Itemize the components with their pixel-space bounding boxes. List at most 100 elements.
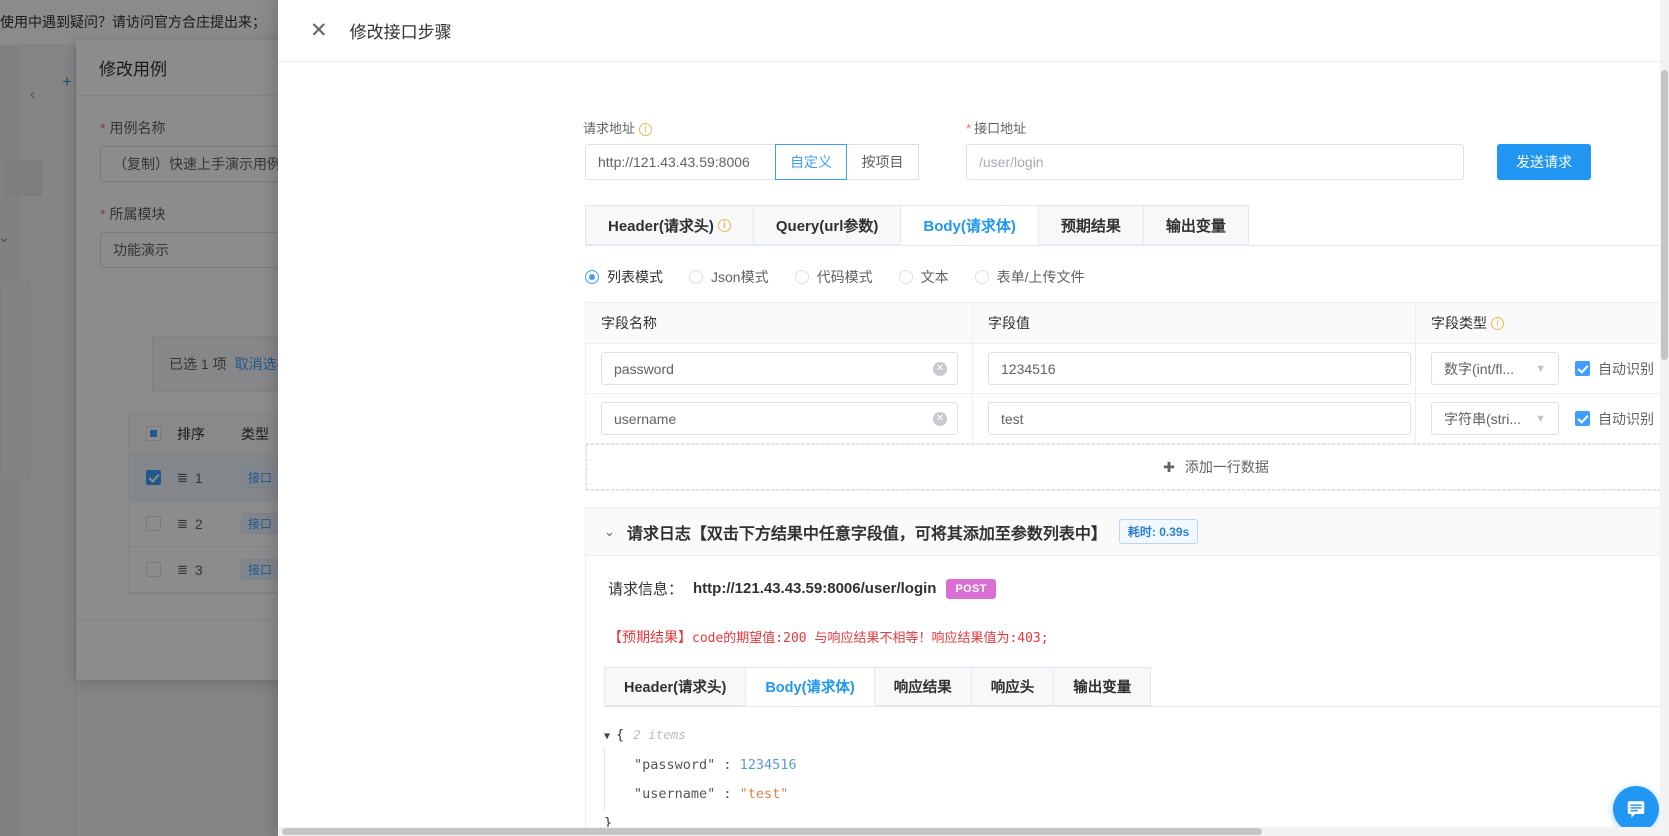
tab-query[interactable]: Query(url参数) — [752, 205, 902, 245]
json-separator: : — [715, 757, 740, 773]
resp-tab-body[interactable]: Body(请求体) — [745, 667, 875, 706]
api-url-label-text: 接口地址 — [974, 121, 1027, 136]
col-field-type: 字段类型 i — [1416, 303, 1669, 343]
param-value-input[interactable]: test — [988, 402, 1411, 435]
request-url-label-text: 请求地址 — [583, 121, 636, 136]
request-log-body: 请求信息： http://121.43.43.59:8006/user/logi… — [586, 556, 1669, 647]
checkbox-icon — [1575, 361, 1590, 376]
param-type-select[interactable]: 数字(int/fl... ▼ — [1431, 352, 1559, 385]
error-message: code的期望值:200 与响应结果不相等！响应结果值为:403; — [692, 631, 1049, 646]
radio-label: Json模式 — [711, 269, 769, 285]
radio-form-upload-mode[interactable]: 表单/上传文件 — [974, 267, 1085, 287]
json-value[interactable]: 1234516 — [740, 751, 797, 780]
tab-body[interactable]: Body(请求体) — [900, 205, 1039, 245]
radio-json-mode[interactable]: Json模式 — [689, 267, 769, 287]
radio-dot-icon — [689, 270, 703, 284]
json-entry[interactable]: "password" : 1234516 — [604, 751, 797, 780]
clear-icon[interactable]: ✕ — [933, 411, 947, 426]
vertical-scrollbar-thumb[interactable] — [1661, 70, 1668, 360]
param-value-cell: 1234516 — [973, 343, 1416, 394]
radio-dot-icon — [898, 270, 913, 284]
help-chat-button[interactable] — [1613, 786, 1659, 832]
chevron-down-icon[interactable]: ⌄ — [604, 524, 615, 540]
radio-dot-icon — [794, 270, 809, 284]
request-url-label: 请求地址 i — [583, 118, 653, 137]
radio-label: 表单/上传文件 — [996, 269, 1085, 285]
param-row: username ✕ test 字符串(stri... ▼ 自动识别 — [586, 393, 1669, 444]
url-mode-custom-button[interactable]: 自定义 — [775, 144, 847, 180]
json-entry[interactable]: "username" : "test" — [604, 780, 797, 809]
request-url-input[interactable]: http://121.43.43.59:8006 — [585, 144, 775, 180]
param-type-select[interactable]: 字符串(stri... ▼ — [1431, 402, 1559, 435]
json-value[interactable]: "test" — [740, 780, 789, 809]
param-name-cell: password ✕ — [586, 343, 973, 394]
param-table-header: 字段名称 字段值 字段类型i 操作 — [586, 303, 1669, 344]
radio-list-mode[interactable]: 列表模式 — [585, 267, 663, 287]
body-mode-radio-group: 列表模式 Json模式 代码模式 文本 表单/上传文件 — [585, 267, 1084, 287]
api-url-label: * 接口地址 — [966, 118, 1026, 137]
param-name-input[interactable]: password ✕ — [601, 352, 958, 385]
auto-detect-label: 自动识别 — [1598, 360, 1654, 377]
param-row: password ✕ 1234516 数字(int/fl... ▼ 自动识别 — [586, 343, 1669, 394]
tab-header[interactable]: Header(请求头) i — [585, 205, 754, 245]
info-icon[interactable]: i — [1491, 316, 1504, 330]
param-name-value: password — [614, 360, 674, 377]
json-open-brace: { — [616, 727, 625, 743]
auto-detect-checkbox[interactable]: 自动识别 — [1575, 409, 1654, 429]
radio-label: 代码模式 — [816, 269, 873, 285]
horizontal-scrollbar-thumb[interactable] — [282, 828, 1262, 835]
param-table: 字段名称 字段值 字段类型i 操作 password ✕ — [585, 302, 1669, 491]
auto-detect-checkbox[interactable]: 自动识别 — [1575, 359, 1654, 379]
radio-dot-icon — [974, 270, 989, 284]
json-root-row[interactable]: ▼ { 2 items — [604, 720, 797, 751]
vertical-scrollbar[interactable] — [1660, 0, 1669, 836]
add-row-label: 添加一行数据 — [1184, 459, 1269, 475]
tab-expected-result[interactable]: 预期结果 — [1037, 205, 1144, 245]
resp-tab-result[interactable]: 响应结果 — [873, 667, 972, 706]
info-icon[interactable]: i — [639, 123, 653, 136]
api-url-input[interactable]: /user/login — [966, 144, 1464, 180]
col-field-name: 字段名称 — [586, 303, 973, 343]
param-type-value: 数字(int/fl... — [1444, 360, 1515, 377]
close-icon[interactable]: ✕ — [310, 20, 328, 41]
param-name-cell: username ✕ — [586, 393, 973, 444]
param-value-input[interactable]: 1234516 — [988, 352, 1411, 385]
chat-icon — [1627, 801, 1645, 818]
send-request-button[interactable]: 发送请求 — [1497, 144, 1591, 180]
chevron-down-icon: ▼ — [1535, 362, 1546, 375]
resp-tab-response-header[interactable]: 响应头 — [970, 667, 1055, 706]
add-row-button[interactable]: ✚ 添加一行数据 — [586, 444, 1669, 490]
request-info-label: 请求信息： — [608, 581, 684, 598]
json-key: "username" — [634, 786, 716, 802]
request-tabs: Header(请求头) i Query(url参数) Body(请求体) 预期结果… — [585, 205, 1669, 246]
horizontal-scrollbar[interactable] — [278, 827, 1669, 836]
param-value-cell: test — [973, 393, 1416, 444]
request-info: 请求信息： http://121.43.43.59:8006/user/logi… — [608, 578, 1669, 599]
resp-tab-header[interactable]: Header(请求头) — [604, 667, 747, 706]
param-name-input[interactable]: username ✕ — [601, 402, 958, 435]
request-log-header[interactable]: ⌄ 请求日志【双击下方结果中任意字段值，可将其添加至参数列表中】 耗时: 0.3… — [586, 508, 1669, 556]
radio-text-mode[interactable]: 文本 — [898, 267, 949, 287]
param-type-cell: 字符串(stri... ▼ 自动识别 — [1416, 394, 1669, 444]
modal-title: 修改接口步骤 — [349, 23, 452, 42]
col-field-type-label: 字段类型 — [1431, 315, 1487, 331]
json-item-count: 2 items — [633, 727, 686, 742]
url-mode-project-button[interactable]: 按项目 — [847, 144, 919, 180]
required-star: * — [966, 121, 972, 136]
response-tabs: Header(请求头) Body(请求体) 响应结果 响应头 输出变量 — [604, 667, 1669, 707]
chevron-down-icon: ▼ — [1535, 412, 1546, 425]
triangle-down-icon[interactable]: ▼ — [604, 722, 610, 751]
radio-label: 文本 — [920, 269, 949, 285]
param-name-value: username — [614, 410, 677, 427]
json-viewer: ▼ { 2 items "password" : 1234516 "userna… — [604, 720, 797, 836]
radio-code-mode[interactable]: 代码模式 — [794, 267, 873, 287]
clear-icon[interactable]: ✕ — [933, 361, 947, 376]
edit-api-step-modal: ✕ 修改接口步骤 请求地址 i * 接口地址 http://121.43.43.59… — [278, 0, 1669, 836]
tab-output-vars[interactable]: 输出变量 — [1142, 205, 1249, 245]
auto-detect-label: 自动识别 — [1598, 410, 1654, 427]
param-type-value: 字符串(stri... — [1444, 410, 1521, 427]
modal-body: 请求地址 i * 接口地址 http://121.43.43.59:8006 自定义… — [278, 62, 1669, 836]
json-separator: : — [715, 786, 740, 802]
resp-tab-output-vars[interactable]: 输出变量 — [1053, 667, 1152, 706]
info-icon[interactable]: i — [717, 218, 731, 232]
